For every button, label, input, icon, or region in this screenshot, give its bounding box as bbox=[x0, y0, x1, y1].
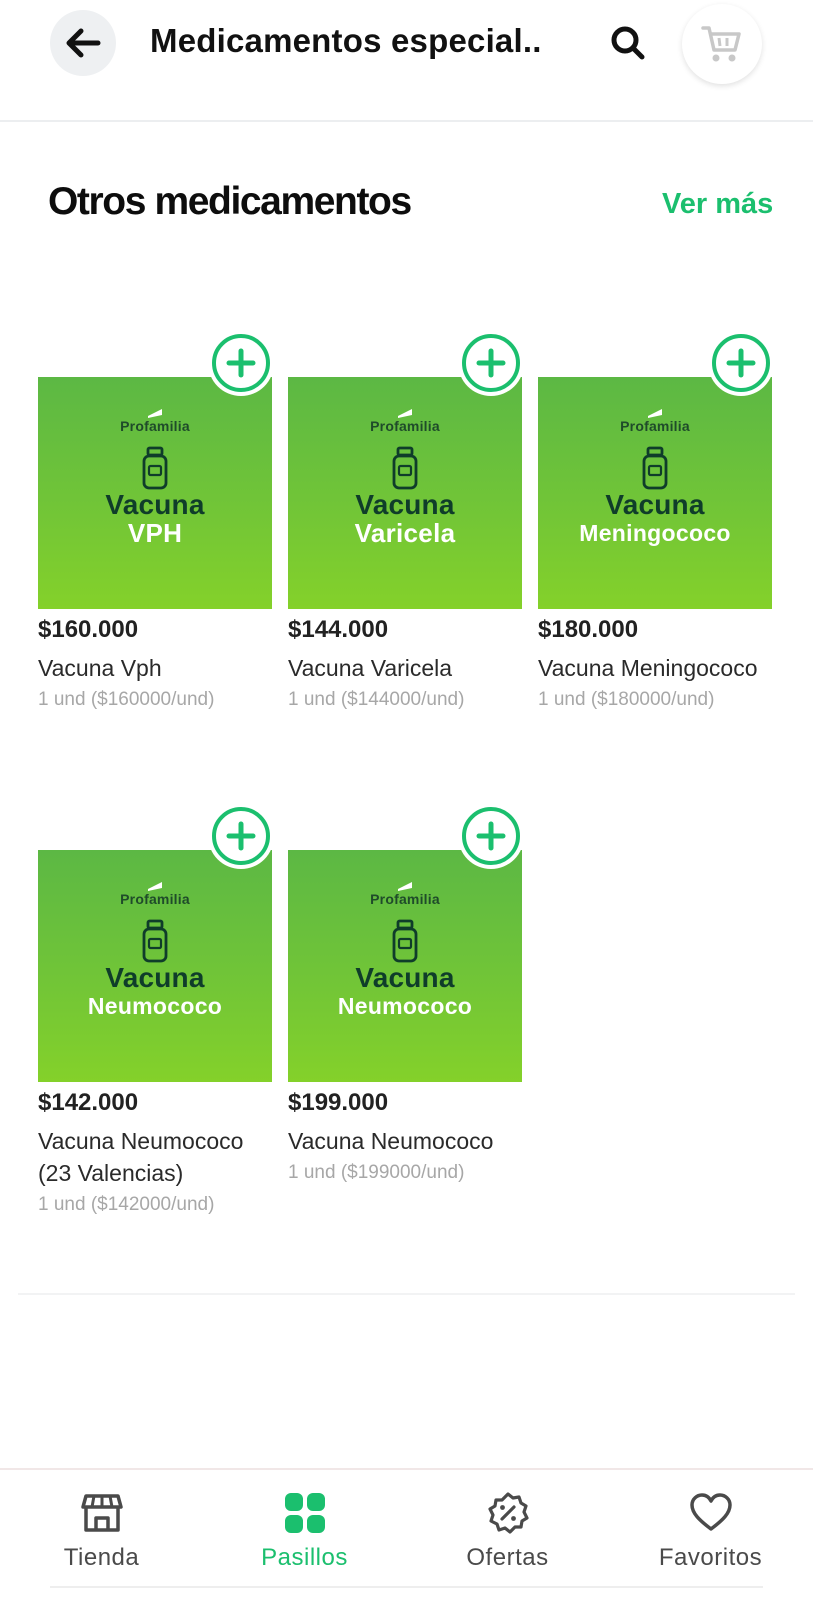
nav-item-ofertas[interactable]: Ofertas bbox=[406, 1470, 609, 1590]
product-name[interactable]: Vacuna Neumococo 1 und ($199000/und) bbox=[288, 1125, 522, 1189]
add-to-cart-button[interactable] bbox=[458, 803, 524, 869]
product-image-subtitle: Meningococo bbox=[579, 520, 731, 546]
product-name-text: Vacuna Neumococo bbox=[288, 1128, 494, 1154]
page-title: Medicamentos especial.. bbox=[150, 22, 542, 59]
nav-label: Ofertas bbox=[466, 1544, 549, 1571]
product-name-text: Vacuna Varicela bbox=[288, 655, 453, 681]
add-to-cart-button[interactable] bbox=[208, 803, 274, 869]
brand-logo: Profamilia bbox=[120, 880, 190, 907]
product-name-text: Vacuna Meningococo bbox=[538, 655, 758, 681]
product-price: $160.000 bbox=[38, 616, 139, 643]
add-to-cart-button[interactable] bbox=[458, 330, 524, 396]
product-image[interactable]: Profamilia Vacuna Varicela bbox=[288, 377, 522, 609]
plus-icon bbox=[476, 821, 506, 851]
shopping-cart-icon bbox=[701, 26, 741, 62]
nav-item-favoritos[interactable]: Favoritos bbox=[609, 1470, 812, 1590]
vaccine-vial-icon bbox=[142, 919, 168, 963]
vaccine-vial-icon bbox=[392, 919, 418, 963]
discount-badge-icon bbox=[485, 1490, 531, 1536]
brand-logo: Profamilia bbox=[370, 880, 440, 907]
plus-icon bbox=[226, 821, 256, 851]
product-image-subtitle: Neumococo bbox=[337, 993, 473, 1019]
product-unit-price: 1 und ($142000/und) bbox=[38, 1194, 215, 1215]
cart-button[interactable] bbox=[682, 4, 762, 84]
product-image[interactable]: Profamilia Vacuna Neumococo bbox=[38, 850, 272, 1082]
product-image-subtitle: Varicela bbox=[354, 518, 456, 548]
arrow-left-icon bbox=[66, 28, 101, 58]
product-image-title: Vacuna bbox=[605, 489, 705, 520]
search-button[interactable] bbox=[605, 20, 651, 66]
brand-logo: Profamilia bbox=[120, 407, 190, 434]
product-price: $144.000 bbox=[288, 616, 389, 643]
section-title: Otros medicamentos bbox=[48, 180, 412, 223]
brand-name: Profamilia bbox=[370, 418, 440, 434]
add-to-cart-button[interactable] bbox=[208, 330, 274, 396]
product-unit-price: 1 und ($199000/und) bbox=[288, 1162, 465, 1183]
product-name-text: Vacuna Neumococo (23 Valencias) bbox=[38, 1128, 244, 1186]
grid-icon bbox=[282, 1490, 328, 1536]
vaccine-vial-icon bbox=[142, 446, 168, 490]
product-unit-price: 1 und ($160000/und) bbox=[38, 689, 215, 710]
product-image[interactable]: Profamilia Vacuna VPH bbox=[38, 377, 272, 609]
product-name-text: Vacuna Vph bbox=[38, 655, 162, 681]
bottom-navigation: Tienda Pasillos Ofertas Favoritos bbox=[0, 1468, 813, 1600]
heart-icon bbox=[688, 1490, 734, 1536]
vaccine-vial-icon bbox=[392, 446, 418, 490]
brand-name: Profamilia bbox=[120, 418, 190, 434]
brand-name: Profamilia bbox=[620, 418, 690, 434]
store-icon bbox=[79, 1490, 125, 1536]
product-image-subtitle: VPH bbox=[127, 518, 183, 548]
see-more-link[interactable]: Ver más bbox=[662, 188, 773, 221]
brand-name: Profamilia bbox=[120, 891, 190, 907]
product-image-title: Vacuna bbox=[355, 962, 455, 993]
brand-logo: Profamilia bbox=[620, 407, 690, 434]
add-to-cart-button[interactable] bbox=[708, 330, 774, 396]
nav-label: Tienda bbox=[63, 1544, 140, 1571]
product-image[interactable]: Profamilia Vacuna Neumococo bbox=[288, 850, 522, 1082]
section-divider bbox=[18, 1293, 795, 1295]
nav-label: Favoritos bbox=[658, 1544, 763, 1571]
product-price: $180.000 bbox=[538, 616, 639, 643]
product-name[interactable]: Vacuna Vph 1 und ($160000/und) bbox=[38, 652, 272, 716]
product-price: $199.000 bbox=[288, 1089, 389, 1116]
product-image-title: Vacuna bbox=[105, 489, 205, 520]
product-image[interactable]: Profamilia Vacuna Meningococo bbox=[538, 377, 772, 609]
product-unit-price: 1 und ($180000/und) bbox=[538, 689, 715, 710]
brand-name: Profamilia bbox=[370, 891, 440, 907]
nav-divider bbox=[50, 1586, 763, 1588]
plus-icon bbox=[476, 348, 506, 378]
nav-label: Pasillos bbox=[261, 1544, 348, 1571]
plus-icon bbox=[726, 348, 756, 378]
product-name[interactable]: Vacuna Varicela 1 und ($144000/und) bbox=[288, 652, 522, 716]
product-price: $142.000 bbox=[38, 1089, 139, 1116]
back-button[interactable] bbox=[50, 10, 116, 76]
product-image-subtitle: Neumococo bbox=[87, 993, 223, 1019]
plus-icon bbox=[226, 348, 256, 378]
vaccine-vial-icon bbox=[642, 446, 668, 490]
product-image-title: Vacuna bbox=[105, 962, 205, 993]
product-image-title: Vacuna bbox=[355, 489, 455, 520]
nav-item-tienda[interactable]: Tienda bbox=[0, 1470, 203, 1590]
brand-logo: Profamilia bbox=[370, 407, 440, 434]
nav-item-pasillos[interactable]: Pasillos bbox=[203, 1470, 406, 1590]
product-name[interactable]: Vacuna Meningococo 1 und ($180000/und) bbox=[538, 652, 772, 716]
product-unit-price: 1 und ($144000/und) bbox=[288, 689, 465, 710]
top-app-bar: Medicamentos especial.. bbox=[0, 0, 813, 122]
product-name[interactable]: Vacuna Neumococo (23 Valencias) 1 und ($… bbox=[38, 1125, 272, 1221]
search-icon bbox=[611, 26, 645, 60]
